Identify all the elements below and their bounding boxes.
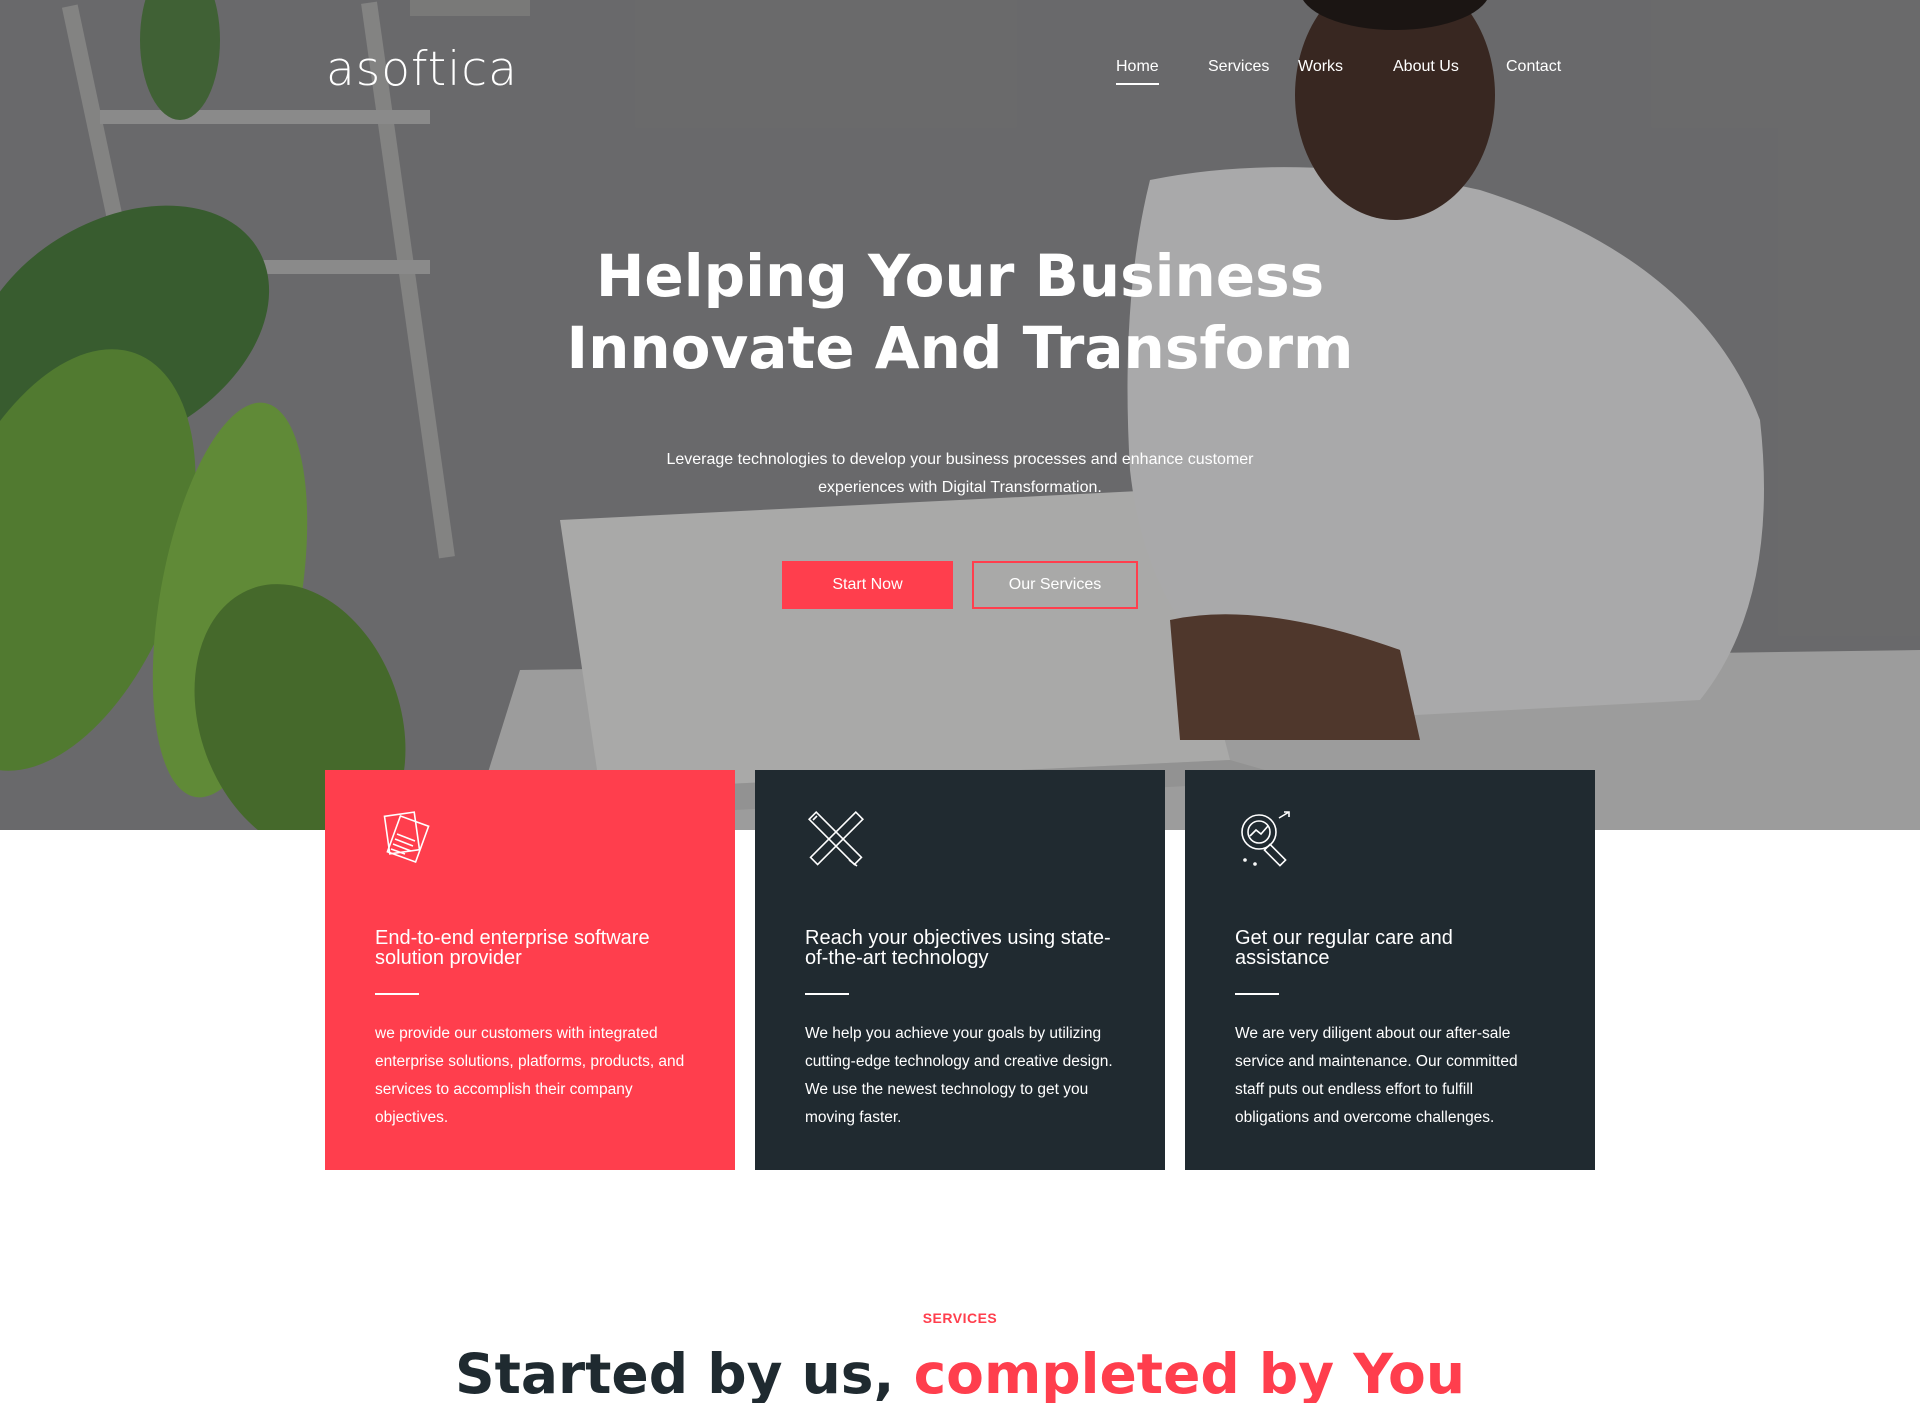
- card-title-line1: End-to-end enterprise software: [375, 927, 650, 949]
- hero-overlay: [0, 0, 1920, 830]
- services-title-part1: Started by us,: [455, 1342, 914, 1403]
- card-divider: [805, 993, 849, 995]
- hero-subtitle-line1: Leverage technologies to develop your bu…: [666, 451, 1254, 468]
- card-title: Get our regular care and assistance: [1235, 928, 1555, 968]
- hero-title-line1: Helping Your Business: [595, 242, 1325, 310]
- card-title-line2: assistance: [1235, 947, 1330, 969]
- magnifier-analytics-icon: [1241, 811, 1290, 867]
- card-title-line1: Reach your objectives using state-: [805, 927, 1111, 949]
- services-section-label: SERVICES: [922, 1310, 998, 1326]
- pencil-ruler-icon: [807, 810, 865, 867]
- card-title-line1: Get our regular care and: [1235, 927, 1453, 949]
- nav-works[interactable]: Works: [1298, 58, 1343, 76]
- feature-card-assistance: Get our regular care and assistance We a…: [1185, 770, 1595, 1170]
- hero-subtitle-line2: experiences with Digital Transformation.: [818, 479, 1102, 496]
- feature-card-enterprise: End-to-end enterprise software solution …: [325, 770, 735, 1170]
- nav-home[interactable]: Home: [1116, 58, 1159, 85]
- services-title-part2: completed by You: [913, 1342, 1465, 1403]
- card-text: We help you achieve your goals by utiliz…: [805, 1025, 1113, 1126]
- card-title-line2: of-the-art technology: [805, 947, 989, 969]
- card-title: Reach your objectives using state- of-th…: [805, 928, 1125, 968]
- start-now-button[interactable]: Start Now: [782, 561, 953, 609]
- nav-contact[interactable]: Contact: [1506, 58, 1561, 76]
- nav-about-us[interactable]: About Us: [1393, 58, 1459, 76]
- card-title: End-to-end enterprise software solution …: [375, 928, 695, 968]
- site-logo[interactable]: asoftica: [326, 42, 518, 97]
- hero-title: Helping Your Business Innovate And Trans…: [460, 240, 1460, 384]
- feature-card-technology: Reach your objectives using state- of-th…: [755, 770, 1165, 1170]
- hero-title-line2: Innovate And Transform: [566, 314, 1354, 382]
- nav-services[interactable]: Services: [1208, 58, 1269, 76]
- hero-section: asoftica Home Services Works About Us Co…: [0, 0, 1920, 830]
- hero-subtitle: Leverage technologies to develop your bu…: [640, 446, 1280, 502]
- card-title-line2: solution provider: [375, 947, 522, 969]
- card-text: we provide our customers with integrated…: [375, 1025, 685, 1126]
- our-services-button[interactable]: Our Services: [972, 561, 1138, 609]
- services-section-title: Started by us, completed by You: [0, 1336, 1920, 1403]
- card-divider: [375, 993, 419, 995]
- card-divider: [1235, 993, 1279, 995]
- documents-icon: [383, 811, 430, 864]
- card-text: We are very diligent about our after-sal…: [1235, 1025, 1518, 1126]
